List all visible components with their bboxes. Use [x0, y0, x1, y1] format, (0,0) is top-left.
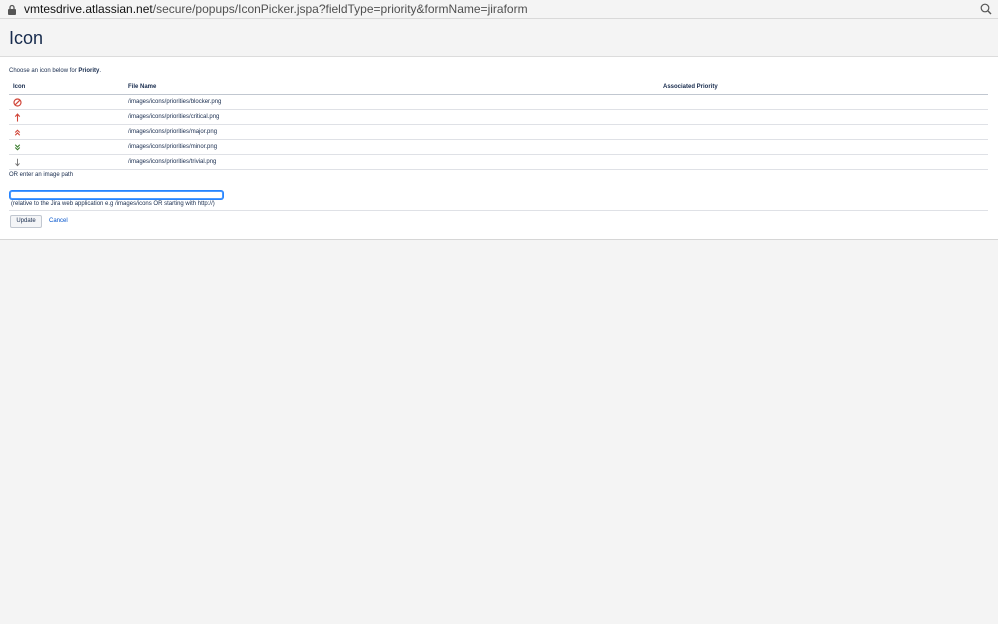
file-name-cell[interactable]: /images/icons/priorities/major.png — [124, 124, 659, 140]
priority-cell — [659, 154, 988, 170]
table-row[interactable]: /images/icons/priorities/blocker.png — [9, 94, 988, 110]
lock-icon — [8, 4, 16, 15]
table-row[interactable]: /images/icons/priorities/trivial.png — [9, 154, 988, 170]
icon-cell — [9, 124, 124, 140]
url-text[interactable]: vmtesdrive.atlassian.net/secure/popups/I… — [24, 2, 528, 17]
trivial-icon[interactable] — [13, 158, 22, 167]
priority-cell — [659, 139, 988, 155]
minor-icon[interactable] — [13, 143, 22, 152]
file-name-cell[interactable]: /images/icons/priorities/minor.png — [124, 139, 659, 155]
icon-table: Icon File Name Associated Priority /imag… — [9, 80, 988, 170]
file-name-cell[interactable]: /images/icons/priorities/critical.png — [124, 109, 659, 125]
file-name-cell[interactable]: /images/icons/priorities/blocker.png — [124, 94, 659, 110]
major-icon[interactable] — [13, 128, 22, 137]
icon-cell — [9, 139, 124, 155]
or-enter-path-label: OR enter an image path — [9, 172, 74, 178]
page-header: Icon — [0, 19, 998, 57]
file-name-cell[interactable]: /images/icons/priorities/trivial.png — [124, 154, 659, 170]
browser-address-bar[interactable]: vmtesdrive.atlassian.net/secure/popups/I… — [0, 0, 998, 19]
intro-prefix: Choose an icon below for — [9, 68, 79, 74]
cancel-link[interactable]: Cancel — [49, 218, 68, 224]
table-row[interactable]: /images/icons/priorities/minor.png — [9, 139, 988, 155]
icon-cell — [9, 109, 124, 125]
table-row[interactable]: /images/icons/priorities/critical.png — [9, 109, 988, 125]
priority-cell — [659, 109, 988, 125]
update-button[interactable]: Update — [10, 215, 42, 228]
critical-icon[interactable] — [13, 112, 22, 122]
intro-suffix: . — [99, 68, 102, 74]
icon-cell — [9, 154, 124, 170]
image-path-hint: (relative to the Jira web application e.… — [11, 201, 215, 207]
search-icon[interactable] — [980, 3, 992, 15]
icon-picker-panel: Choose an icon below for Priority. Icon … — [0, 57, 998, 240]
table-row[interactable]: /images/icons/priorities/major.png — [9, 124, 988, 140]
image-path-input[interactable] — [10, 191, 223, 199]
intro-field-name: Priority — [78, 68, 100, 74]
blocker-icon[interactable] — [13, 97, 22, 107]
column-header-icon: Icon — [9, 80, 124, 95]
priority-cell — [659, 94, 988, 110]
icon-cell — [9, 94, 124, 110]
url-host: vmtesdrive.atlassian.net — [24, 2, 153, 16]
url-path: /secure/popups/IconPicker.jspa?fieldType… — [152, 2, 528, 16]
divider — [9, 210, 988, 211]
column-header-file-name: File Name — [124, 80, 659, 95]
intro-text: Choose an icon below for Priority. — [9, 67, 101, 75]
column-header-associated-priority: Associated Priority — [659, 80, 988, 95]
page-title: Icon — [9, 28, 44, 48]
table-header-row: Icon File Name Associated Priority — [9, 80, 988, 95]
priority-cell — [659, 124, 988, 140]
